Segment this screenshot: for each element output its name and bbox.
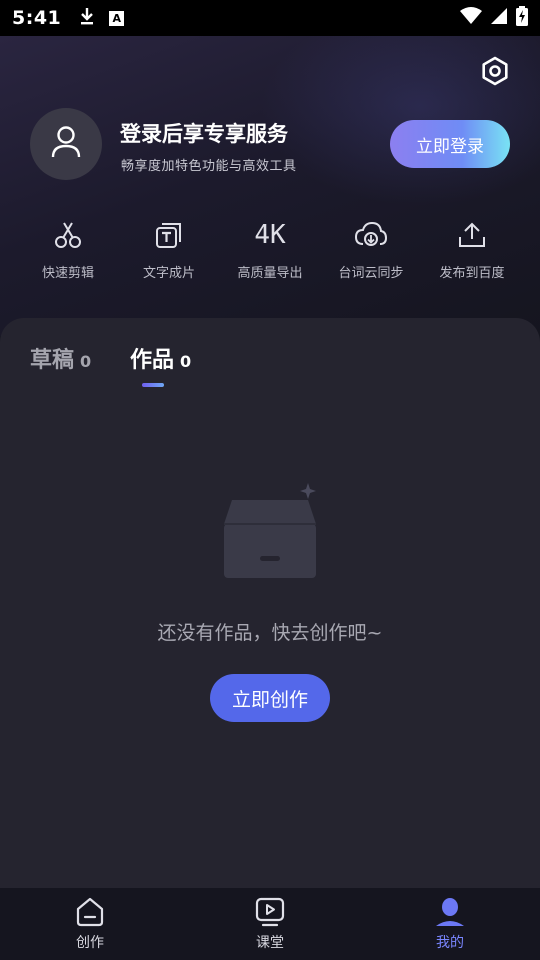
feature-text-to-video[interactable]: 文字成片 bbox=[121, 218, 217, 288]
tab-count: 0 bbox=[180, 352, 192, 371]
feature-label: 高质量导出 bbox=[237, 266, 303, 281]
feature-quick-edit[interactable]: 快速剪辑 bbox=[20, 218, 116, 288]
download-icon bbox=[79, 6, 95, 30]
tab-label: 作品 bbox=[130, 348, 175, 373]
tab-drafts[interactable]: 草稿 0 bbox=[30, 342, 91, 374]
play-tv-icon bbox=[254, 896, 286, 928]
upload-icon bbox=[457, 218, 487, 252]
tab-works[interactable]: 作品 0 bbox=[130, 342, 191, 374]
create-now-button[interactable]: 立即创作 bbox=[210, 674, 330, 722]
nav-label: 我的 bbox=[436, 935, 464, 951]
feature-label: 快速剪辑 bbox=[41, 266, 94, 281]
nav-item-create[interactable]: 创作 bbox=[0, 888, 180, 960]
a-icon: A bbox=[109, 10, 125, 26]
feature-label: 发布到百度 bbox=[439, 266, 505, 281]
settings-button[interactable] bbox=[478, 56, 512, 90]
signal-icon bbox=[490, 7, 508, 29]
nav-item-mine[interactable]: 我的 bbox=[360, 888, 540, 960]
empty-box-icon bbox=[220, 478, 320, 578]
tab-indicator bbox=[142, 383, 164, 387]
scissors-icon bbox=[53, 218, 83, 252]
login-subtitle: 畅享度加特色功能与高效工具 bbox=[121, 159, 297, 174]
bottom-nav: 创作 课堂 我的 bbox=[0, 888, 540, 960]
feature-label: 文字成片 bbox=[142, 266, 195, 281]
feature-list: 快速剪辑 文字成片 4K 高质量导出 台词云同步 发布到百度 bbox=[20, 218, 520, 288]
status-right-icons bbox=[460, 6, 528, 30]
user-icon bbox=[51, 125, 81, 163]
tab-count: 0 bbox=[80, 352, 92, 371]
settings-hex-icon bbox=[480, 56, 510, 90]
login-title[interactable]: 登录后享专享服务 bbox=[120, 118, 288, 148]
feature-publish[interactable]: 发布到百度 bbox=[424, 218, 520, 288]
text-frame-icon bbox=[154, 218, 184, 252]
status-bar: 5:41 A bbox=[0, 0, 540, 36]
profile-header: 登录后享专享服务 畅享度加特色功能与高效工具 立即登录 快速剪辑 文字成片 4K… bbox=[0, 36, 540, 336]
nav-item-classroom[interactable]: 课堂 bbox=[180, 888, 360, 960]
4k-icon-text: 4K bbox=[254, 220, 286, 250]
empty-message: 还没有作品，快去创作吧~ bbox=[157, 622, 383, 644]
feature-label: 台词云同步 bbox=[338, 266, 404, 281]
feature-hq-export[interactable]: 4K 高质量导出 bbox=[222, 218, 318, 288]
status-left-icons: A bbox=[79, 6, 125, 30]
profile-icon bbox=[434, 896, 466, 928]
4k-icon: 4K bbox=[254, 218, 285, 252]
tab-label: 草稿 bbox=[30, 348, 75, 373]
cloud-sync-icon bbox=[354, 218, 388, 252]
login-button[interactable]: 立即登录 bbox=[390, 120, 510, 168]
works-panel: 草稿 0 作品 0 还没有作品，快去创作吧~ 立即创作 bbox=[0, 318, 540, 888]
wifi-icon bbox=[460, 7, 482, 29]
status-time: 5:41 bbox=[12, 7, 62, 29]
nav-label: 课堂 bbox=[256, 935, 284, 951]
home-icon bbox=[74, 896, 106, 928]
feature-cloud-sync[interactable]: 台词云同步 bbox=[323, 218, 419, 288]
avatar[interactable] bbox=[30, 108, 102, 180]
battery-charging-icon bbox=[516, 6, 528, 30]
nav-label: 创作 bbox=[76, 935, 104, 951]
